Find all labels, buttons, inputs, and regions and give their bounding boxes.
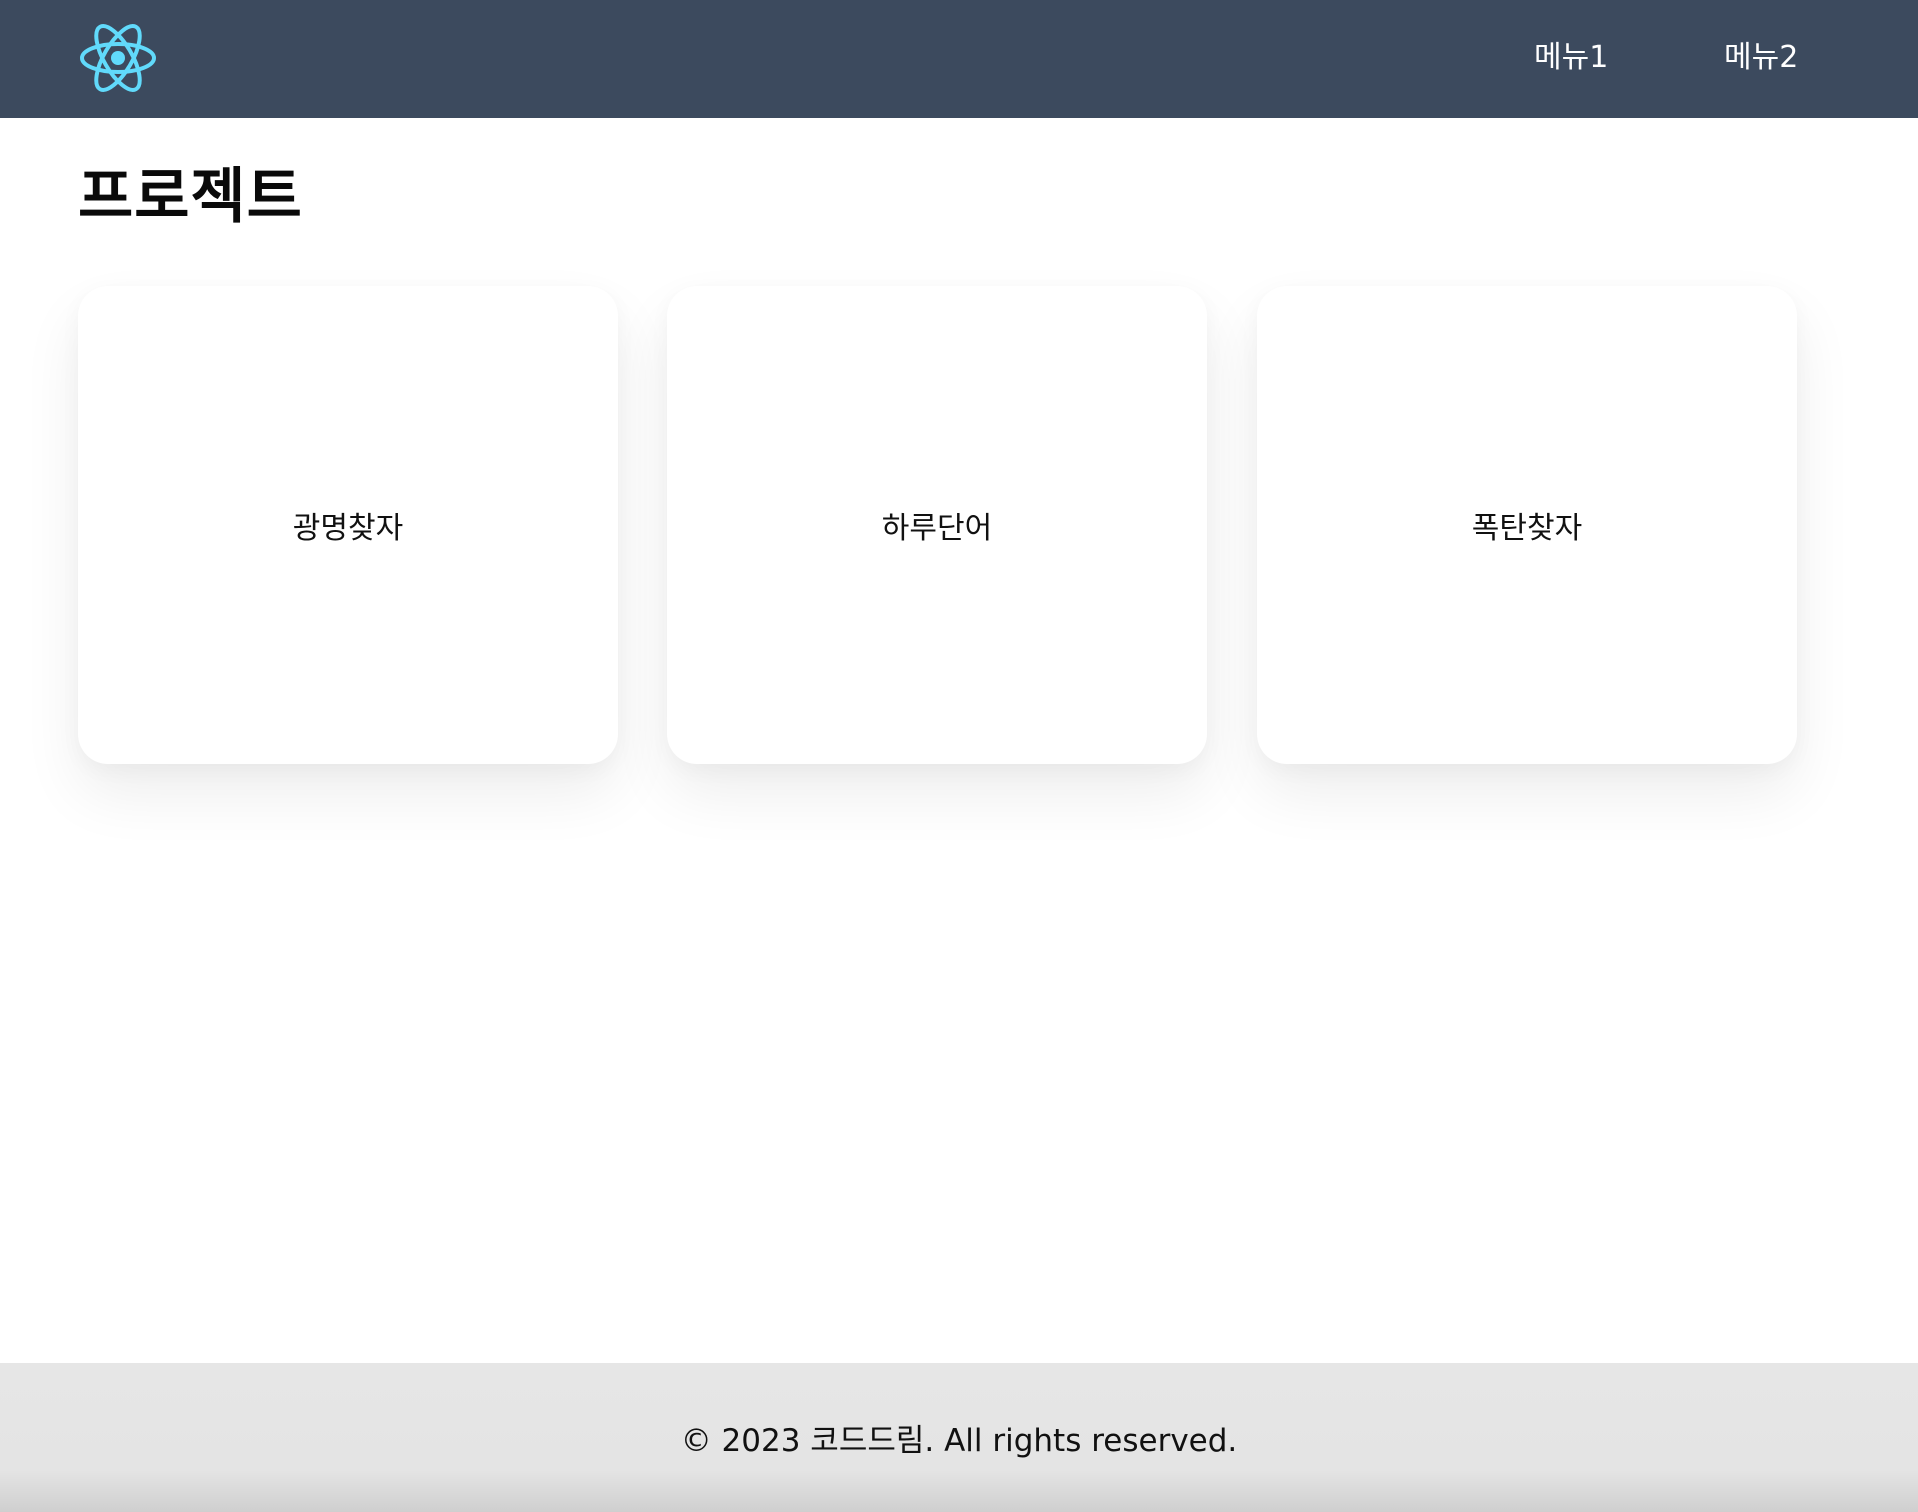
project-card-2[interactable]: 하루단어: [667, 286, 1207, 764]
footer-copyright: © 2023 코드드림. All rights reserved.: [680, 1423, 1238, 1459]
nav-link-menu1[interactable]: 메뉴1: [1534, 38, 1608, 78]
footer: © 2023 코드드림. All rights reserved.: [0, 1363, 1918, 1512]
nav-link-menu2[interactable]: 메뉴2: [1724, 38, 1798, 78]
page-title: 프로젝트: [78, 162, 303, 232]
navbar: 메뉴1 메뉴2: [0, 0, 1918, 118]
project-card-label: 광명찾자: [292, 511, 404, 546]
project-card-3[interactable]: 폭탄찾자: [1257, 286, 1797, 764]
project-card-label: 하루단어: [881, 511, 993, 546]
project-card-label: 폭탄찾자: [1471, 511, 1583, 546]
react-logo-icon[interactable]: [78, 20, 158, 96]
project-card-1[interactable]: 광명찾자: [78, 286, 618, 764]
